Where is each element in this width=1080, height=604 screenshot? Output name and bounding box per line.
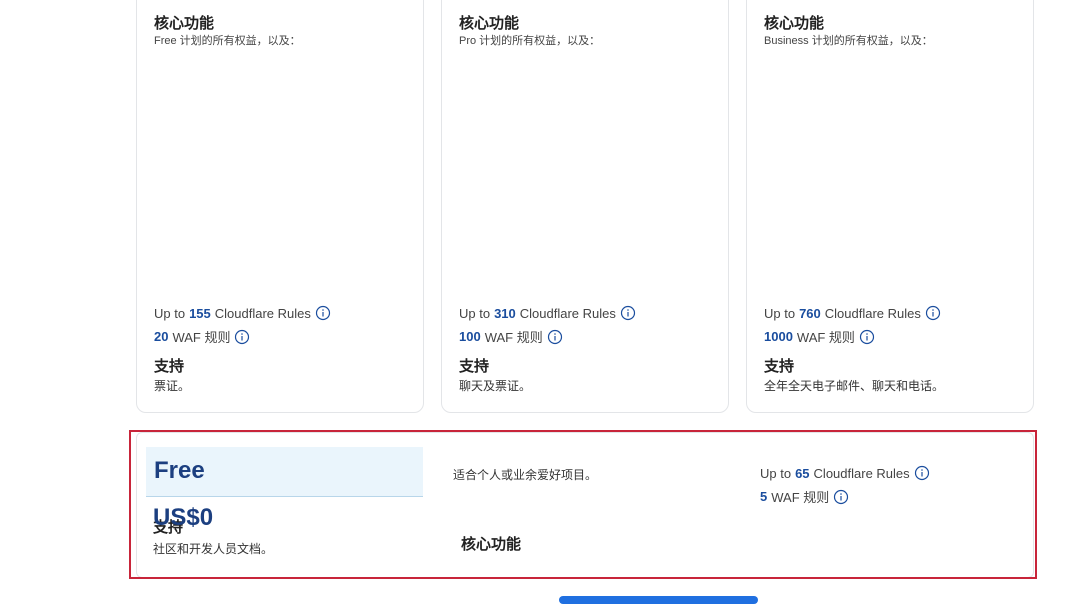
info-circle-icon[interactable]: [925, 305, 941, 321]
info-circle-icon[interactable]: [620, 305, 636, 321]
info-circle-icon[interactable]: [234, 329, 250, 345]
plan-name: Free: [154, 457, 205, 484]
waf-rules-line: 20 WAF 规则: [154, 327, 250, 346]
rules-suffix: Cloudflare Rules: [214, 305, 311, 321]
cloudflare-rules-line: Up to 310 Cloudflare Rules: [459, 305, 636, 321]
rules-prefix: Up to: [760, 465, 792, 481]
core-features-subtitle: Free 计划的所有权益，以及：: [154, 35, 301, 47]
cta-button[interactable]: [559, 596, 758, 604]
waf-suffix: WAF 规则: [172, 330, 231, 345]
waf-count: 1000: [764, 329, 793, 344]
core-features-heading: 核心功能: [459, 15, 520, 32]
waf-suffix: WAF 规则: [796, 330, 855, 345]
waf-count: 20: [154, 329, 169, 344]
info-circle-icon[interactable]: [547, 329, 563, 345]
core-features-heading: 核心功能: [154, 15, 215, 32]
core-features-subtitle: Pro 计划的所有权益，以及：: [459, 35, 601, 47]
support-text: 聊天及票证。: [459, 379, 532, 393]
info-circle-icon[interactable]: [914, 465, 930, 481]
rules-count: 760: [799, 305, 821, 321]
waf-rules-line: 5 WAF 规则: [760, 487, 849, 506]
waf-count: 100: [459, 329, 481, 344]
rules-prefix: Up to: [154, 305, 186, 321]
rules-prefix: Up to: [459, 305, 491, 321]
core-features-heading: 核心功能: [461, 536, 522, 553]
cloudflare-rules-line: Up to 760 Cloudflare Rules: [764, 305, 941, 321]
rules-prefix: Up to: [764, 305, 796, 321]
waf-rules-line: 100 WAF 规则: [459, 327, 563, 346]
waf-suffix: WAF 规则: [771, 490, 830, 505]
support-heading: 支持: [459, 358, 490, 375]
support-heading: 支持: [764, 358, 795, 375]
rules-count: 310: [494, 305, 516, 321]
waf-rules-line: 1000 WAF 规则: [764, 327, 875, 346]
plan-card-enterprise: 核心功能 Business 计划的所有权益，以及： Up to 760 Clou…: [746, 0, 1034, 413]
support-text: 全年全天电子邮件、聊天和电话。: [764, 379, 945, 393]
rules-count: 155: [189, 305, 211, 321]
support-heading: 支持: [154, 358, 185, 375]
rules-count: 65: [795, 465, 810, 481]
core-features-subtitle: Business 计划的所有权益，以及：: [764, 35, 933, 47]
rules-suffix: Cloudflare Rules: [519, 305, 616, 321]
info-circle-icon[interactable]: [833, 489, 849, 505]
info-circle-icon[interactable]: [859, 329, 875, 345]
plan-card-pro: 核心功能 Free 计划的所有权益，以及： Up to 155 Cloudfla…: [136, 0, 424, 413]
cloudflare-rules-line: Up to 65 Cloudflare Rules: [760, 465, 930, 481]
support-text: 社区和开发人员文档。: [153, 542, 274, 556]
plan-description: 适合个人或业余爱好项目。: [453, 468, 598, 482]
waf-count: 5: [760, 489, 768, 504]
support-text: 票证。: [154, 379, 191, 393]
info-circle-icon[interactable]: [315, 305, 331, 321]
cloudflare-rules-line: Up to 155 Cloudflare Rules: [154, 305, 331, 321]
core-features-heading: 核心功能: [764, 15, 825, 32]
plan-price: US$0: [153, 504, 214, 531]
rules-suffix: Cloudflare Rules: [824, 305, 921, 321]
rules-suffix: Cloudflare Rules: [813, 465, 910, 481]
plan-card-business: 核心功能 Pro 计划的所有权益，以及： Up to 310 Cloudflar…: [441, 0, 729, 413]
waf-suffix: WAF 规则: [484, 330, 543, 345]
